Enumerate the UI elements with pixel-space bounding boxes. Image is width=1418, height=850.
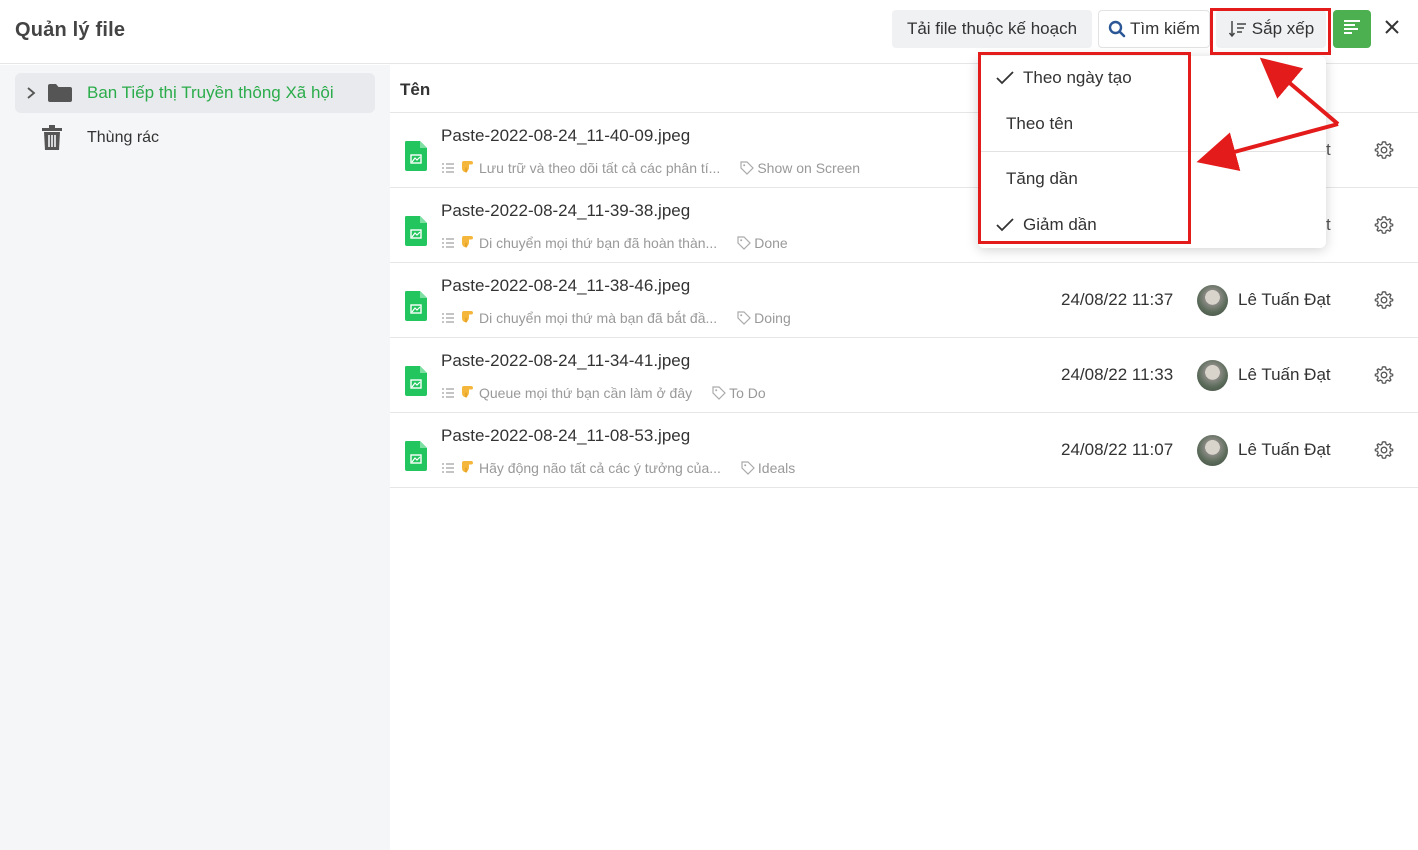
sort-option-label: Theo tên — [1006, 114, 1074, 133]
sort-label: Sắp xếp — [1251, 19, 1315, 38]
file-name[interactable]: Paste-2022-08-24_11-08-53.jpeg — [441, 426, 690, 446]
tag-label: Doing — [737, 310, 791, 326]
gear-icon[interactable] — [1374, 440, 1394, 465]
image-file-icon — [404, 365, 428, 402]
file-meta: Queue mọi thứ bạn cần làm ở đây To Do — [441, 383, 766, 402]
tag-label: Done — [737, 234, 788, 251]
gear-icon[interactable] — [1374, 140, 1394, 165]
table-row[interactable]: Paste-2022-08-24_11-08-53.jpeg Hãy động … — [390, 413, 1418, 488]
plan-files-button[interactable]: Tải file thuộc kế hoạch — [892, 10, 1092, 48]
sort-option-name[interactable]: Theo tên — [978, 104, 1326, 144]
image-file-icon — [404, 215, 428, 252]
tag-label: Show on Screen — [740, 160, 860, 176]
file-description: Di chuyển mọi thứ bạn đã hoàn thàn... — [479, 234, 718, 251]
sort-button[interactable]: Sắp xếp — [1216, 10, 1326, 48]
pointing-hand-icon — [459, 458, 475, 477]
subtask-icon — [441, 312, 455, 324]
file-description: Hãy động não tất cả các ý tưởng của... — [479, 459, 721, 476]
header-bar: Quản lý file Tải file thuộc kế hoạch Tìm… — [0, 0, 1418, 64]
close-icon — [1383, 16, 1401, 42]
plan-files-label: Tải file thuộc kế hoạch — [906, 19, 1078, 38]
sort-option-label: Tăng dần — [1006, 169, 1078, 188]
tag-text: Done — [754, 234, 788, 251]
file-meta: Hãy động não tất cả các ý tưởng của... I… — [441, 458, 795, 477]
sidebar-item-trash[interactable]: Thùng rác — [15, 118, 375, 158]
table-row[interactable]: Paste-2022-08-24_11-38-46.jpeg Di chuyển… — [390, 263, 1418, 338]
file-meta: Di chuyển mọi thứ mà bạn đã bắt đầ... Do… — [441, 308, 791, 327]
sidebar-item-folder[interactable]: Ban Tiếp thị Truyền thông Xã hội — [15, 73, 375, 113]
file-owner: Lê Tuấn Đạt — [1238, 290, 1331, 309]
image-file-icon — [404, 290, 428, 327]
subtask-icon — [441, 162, 455, 174]
file-meta: Lưu trữ và theo dõi tất cả các phân tí..… — [441, 158, 860, 177]
pointing-hand-icon — [459, 308, 475, 327]
file-name[interactable]: Paste-2022-08-24_11-39-38.jpeg — [441, 201, 690, 221]
dropdown-divider — [978, 151, 1326, 152]
align-left-icon — [1342, 18, 1362, 41]
subtask-icon — [441, 237, 455, 249]
sort-option-label: Giảm dần — [1023, 215, 1097, 234]
image-file-icon — [404, 140, 428, 177]
gear-icon[interactable] — [1374, 365, 1394, 390]
close-button[interactable] — [1378, 10, 1406, 48]
image-file-icon — [404, 440, 428, 477]
pointing-hand-icon — [459, 383, 475, 402]
file-owner: Lê Tuấn Đạt — [1238, 440, 1331, 459]
tag-label: Ideals — [741, 460, 795, 476]
file-description: Queue mọi thứ bạn cần làm ở đây — [479, 384, 693, 401]
file-meta: Di chuyển mọi thứ bạn đã hoàn thàn... Do… — [441, 233, 788, 252]
file-name[interactable]: Paste-2022-08-24_11-38-46.jpeg — [441, 276, 690, 296]
gear-icon[interactable] — [1374, 215, 1394, 240]
avatar — [1197, 435, 1228, 466]
tag-icon — [737, 235, 752, 250]
search-label: Tìm kiếm — [1130, 19, 1200, 38]
avatar — [1197, 285, 1228, 316]
sort-option-descending[interactable]: Giảm dần — [978, 205, 1326, 245]
trash-icon — [41, 125, 65, 151]
sidebar: Ban Tiếp thị Truyền thông Xã hội Thùng r… — [0, 65, 390, 850]
tag-text: Ideals — [757, 459, 796, 476]
avatar — [1197, 360, 1228, 391]
tag-text: To Do — [729, 384, 766, 401]
column-header-name[interactable]: Tên — [400, 80, 430, 100]
tag-text: Show on Screen — [757, 159, 861, 176]
sort-option-created[interactable]: Theo ngày tạo — [978, 58, 1326, 98]
file-name[interactable]: Paste-2022-08-24_11-40-09.jpeg — [441, 126, 690, 146]
file-date: 24/08/22 11:37 — [1061, 290, 1174, 309]
check-icon — [978, 217, 1023, 233]
subtask-icon — [441, 387, 455, 399]
sort-icon — [1228, 19, 1248, 39]
sort-option-ascending[interactable]: Tăng dần — [978, 159, 1326, 199]
tag-icon — [741, 460, 755, 475]
check-icon — [978, 70, 1023, 86]
table-row[interactable]: Paste-2022-08-24_11-34-41.jpeg Queue mọi… — [390, 338, 1418, 413]
file-description: Lưu trữ và theo dõi tất cả các phân tí..… — [479, 159, 721, 176]
tag-icon — [740, 160, 755, 175]
file-description: Di chuyển mọi thứ mà bạn đã bắt đầ... — [479, 309, 718, 326]
sidebar-item-label: Ban Tiếp thị Truyền thông Xã hội — [87, 83, 334, 102]
file-date: 24/08/22 11:07 — [1061, 440, 1174, 459]
folder-icon — [47, 83, 83, 103]
menu-toggle-button[interactable] — [1333, 10, 1371, 48]
search-button[interactable]: Tìm kiếm — [1098, 10, 1210, 48]
file-name[interactable]: Paste-2022-08-24_11-34-41.jpeg — [441, 351, 690, 371]
tag-icon — [712, 385, 726, 400]
sort-dropdown: Theo ngày tạo Theo tên Tăng dần Giảm dần — [978, 56, 1326, 248]
tag-label: To Do — [712, 385, 766, 401]
subtask-icon — [441, 462, 455, 474]
file-date: 24/08/22 11:33 — [1061, 365, 1174, 384]
pointing-hand-icon — [459, 158, 475, 177]
sidebar-item-label: Thùng rác — [87, 129, 160, 146]
file-owner-partial: t — [1326, 140, 1331, 159]
file-owner: Lê Tuấn Đạt — [1238, 365, 1331, 384]
page-title: Quản lý file — [15, 19, 126, 41]
tag-text: Doing — [754, 309, 791, 326]
gear-icon[interactable] — [1374, 290, 1394, 315]
search-icon — [1108, 20, 1126, 38]
pointing-hand-icon — [459, 233, 475, 252]
file-owner-partial: t — [1326, 215, 1331, 234]
chevron-right-icon[interactable] — [15, 86, 47, 100]
sort-option-label: Theo ngày tạo — [1023, 68, 1132, 87]
tag-icon — [737, 310, 752, 325]
